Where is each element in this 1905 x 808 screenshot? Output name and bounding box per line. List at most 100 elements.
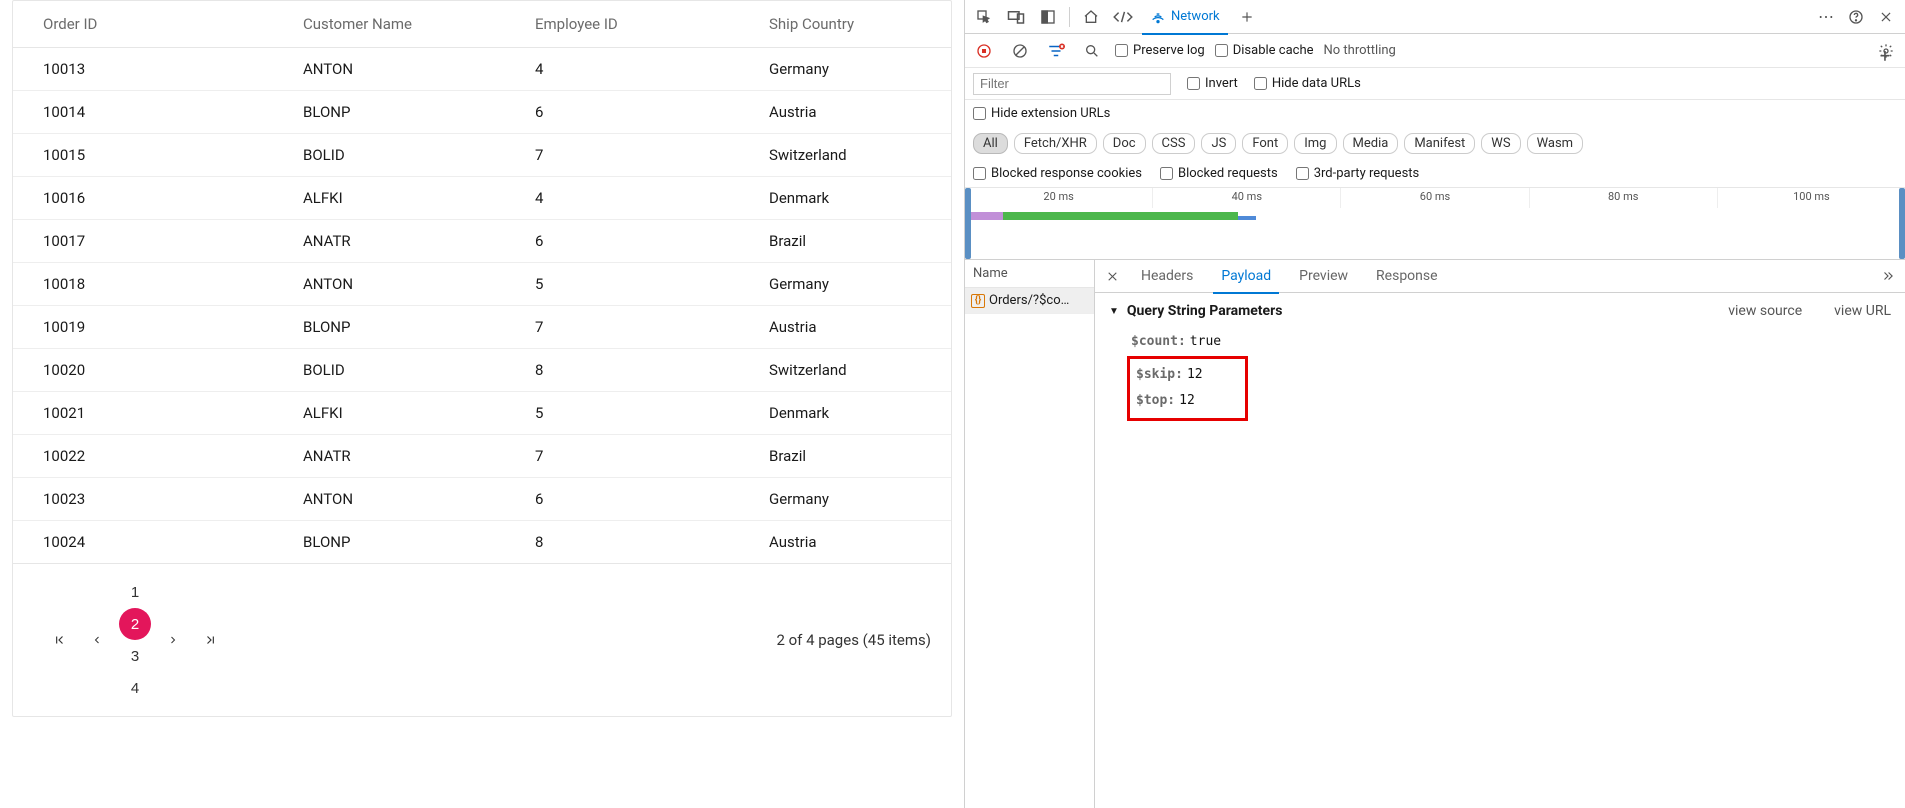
filter-chip-js[interactable]: JS — [1201, 133, 1236, 154]
table-cell: 10020 — [13, 349, 273, 391]
table-row[interactable]: 10022ANATR7Brazil — [13, 434, 951, 477]
inspect-icon[interactable] — [969, 2, 999, 32]
qs-section-header[interactable]: ▼ Query String Parameters view source vi… — [1109, 303, 1891, 319]
close-devtools-button[interactable] — [1871, 2, 1901, 32]
filter-chip-font[interactable]: Font — [1242, 133, 1288, 154]
table-cell: 10021 — [13, 392, 273, 434]
tab-headers[interactable]: Headers — [1129, 260, 1205, 293]
table-row[interactable]: 10015BOLID7Switzerland — [13, 133, 951, 176]
tab-payload[interactable]: Payload — [1209, 260, 1283, 293]
table-cell: Germany — [739, 48, 951, 90]
filter-chip-doc[interactable]: Doc — [1103, 133, 1146, 154]
filter-chip-fetchxhr[interactable]: Fetch/XHR — [1014, 133, 1097, 154]
pager-first-button[interactable] — [43, 624, 75, 656]
device-toggle-icon[interactable] — [1001, 2, 1031, 32]
table-cell: ALFKI — [273, 177, 505, 219]
table-row[interactable]: 10018ANTON5Germany — [13, 262, 951, 305]
hide-ext-urls-checkbox[interactable]: Hide extension URLs — [973, 100, 1897, 127]
help-icon[interactable] — [1841, 2, 1871, 32]
welcome-tab-icon[interactable] — [1076, 2, 1106, 32]
filter-chip-ws[interactable]: WS — [1481, 133, 1520, 154]
tab-response[interactable]: Response — [1364, 260, 1450, 293]
table-row[interactable]: 10023ANTON6Germany — [13, 477, 951, 520]
clear-button[interactable] — [1007, 38, 1033, 64]
view-url-link[interactable]: view URL — [1834, 303, 1891, 319]
pager-page-4[interactable]: 4 — [119, 672, 151, 704]
type-filter-chips: All Fetch/XHR Doc CSSJS Font Img MediaManifest… — [973, 127, 1897, 160]
pager-bar: 1234 2 of 4 pages (45 items) — [13, 563, 951, 716]
table-row[interactable]: 10014BLONP6Austria — [13, 90, 951, 133]
filter-row: Invert Hide data URLs — [965, 68, 1905, 100]
pager-page-2[interactable]: 2 — [119, 608, 151, 640]
filter-chip-all[interactable]: All — [973, 133, 1008, 154]
waterfall-left-handle[interactable] — [965, 188, 971, 259]
third-party-label: 3rd-party requests — [1314, 166, 1420, 181]
qs-val: true — [1190, 330, 1221, 355]
pager-next-button[interactable] — [157, 624, 189, 656]
filter-input[interactable] — [973, 73, 1171, 95]
blocked-cookies-checkbox[interactable]: Blocked response cookies — [973, 166, 1142, 181]
request-list-header[interactable]: Name — [965, 260, 1094, 288]
table-cell: 10017 — [13, 220, 273, 262]
view-source-link[interactable]: view source — [1728, 303, 1802, 319]
dock-icon[interactable] — [1033, 2, 1063, 32]
table-cell: ANTON — [273, 48, 505, 90]
preserve-log-checkbox[interactable]: Preserve log — [1115, 43, 1205, 58]
pager-page-1[interactable]: 1 — [119, 576, 151, 608]
close-detail-button[interactable] — [1099, 263, 1125, 289]
table-cell: BOLID — [273, 134, 505, 176]
filter-chip-media[interactable]: Media — [1343, 133, 1399, 154]
elements-tab-icon[interactable] — [1108, 2, 1138, 32]
filter-chip-css[interactable]: CSS — [1152, 133, 1196, 154]
pager-prev-button[interactable] — [81, 624, 113, 656]
devtools-pane: Network ⋯ Preserve log — [964, 0, 1905, 808]
hide-data-urls-checkbox[interactable]: Hide data URLs — [1254, 76, 1361, 91]
filter-chip-img[interactable]: Img — [1294, 133, 1336, 154]
more-detail-tabs-icon[interactable] — [1875, 263, 1901, 289]
pager-last-button[interactable] — [195, 624, 227, 656]
filter-toggle-icon[interactable] — [1043, 38, 1069, 64]
tab-preview[interactable]: Preview — [1287, 260, 1360, 293]
invert-checkbox[interactable]: Invert — [1187, 76, 1238, 91]
json-icon: {} — [971, 294, 985, 308]
new-tab-button[interactable] — [1232, 2, 1262, 32]
request-item[interactable]: {} Orders/?$co… — [965, 288, 1094, 314]
blocked-requests-checkbox[interactable]: Blocked requests — [1160, 166, 1278, 181]
table-cell: 10023 — [13, 478, 273, 520]
pager-page-3[interactable]: 3 — [119, 640, 151, 672]
blocked-cookies-label: Blocked response cookies — [991, 166, 1142, 181]
record-button[interactable] — [971, 38, 997, 64]
add-panel-icon[interactable]: + — [1873, 44, 1897, 68]
waterfall-overview[interactable]: 20 ms40 ms60 ms80 ms100 ms — [965, 188, 1905, 260]
qs-param-row: $count: true — [1127, 329, 1891, 356]
request-detail: Headers Payload Preview Response ▼ Query… — [1095, 260, 1905, 808]
table-row[interactable]: 10013ANTON4Germany — [13, 48, 951, 90]
third-party-checkbox[interactable]: 3rd-party requests — [1296, 166, 1420, 181]
table-row[interactable]: 10024BLONP8Austria — [13, 520, 951, 563]
extra-filter-row: Blocked response cookies Blocked request… — [973, 160, 1897, 187]
col-order-id[interactable]: Order ID — [13, 1, 273, 47]
table-row[interactable]: 10020BOLID8Switzerland — [13, 348, 951, 391]
disable-cache-checkbox[interactable]: Disable cache — [1215, 43, 1314, 58]
col-ship-country[interactable]: Ship Country — [739, 1, 951, 47]
filter-chip-wasm[interactable]: Wasm — [1527, 133, 1584, 154]
filter-chip-area: Hide extension URLs All Fetch/XHR Doc CSSJS… — [965, 100, 1905, 188]
table-row[interactable]: 10017ANATR6Brazil — [13, 219, 951, 262]
table-cell: 10014 — [13, 91, 273, 133]
table-cell: 6 — [505, 478, 739, 520]
table-row[interactable]: 10019BLONP7Austria — [13, 305, 951, 348]
table-row[interactable]: 10016ALFKI4Denmark — [13, 176, 951, 219]
col-customer[interactable]: Customer Name — [273, 1, 505, 47]
throttling-dropdown[interactable]: No throttling — [1324, 43, 1396, 58]
table-cell: 5 — [505, 392, 739, 434]
hide-ext-urls-label: Hide extension URLs — [991, 106, 1110, 121]
filter-chip-manifest[interactable]: Manifest — [1404, 133, 1475, 154]
table-row[interactable]: 10021ALFKI5Denmark — [13, 391, 951, 434]
grid-header-row: Order ID Customer Name Employee ID Ship … — [13, 1, 951, 48]
more-tools-icon[interactable]: ⋯ — [1811, 2, 1841, 32]
col-employee-id[interactable]: Employee ID — [505, 1, 739, 47]
table-cell: Brazil — [739, 435, 951, 477]
tab-network[interactable]: Network — [1140, 0, 1230, 34]
search-icon[interactable] — [1079, 38, 1105, 64]
waterfall-right-handle[interactable] — [1899, 188, 1905, 259]
